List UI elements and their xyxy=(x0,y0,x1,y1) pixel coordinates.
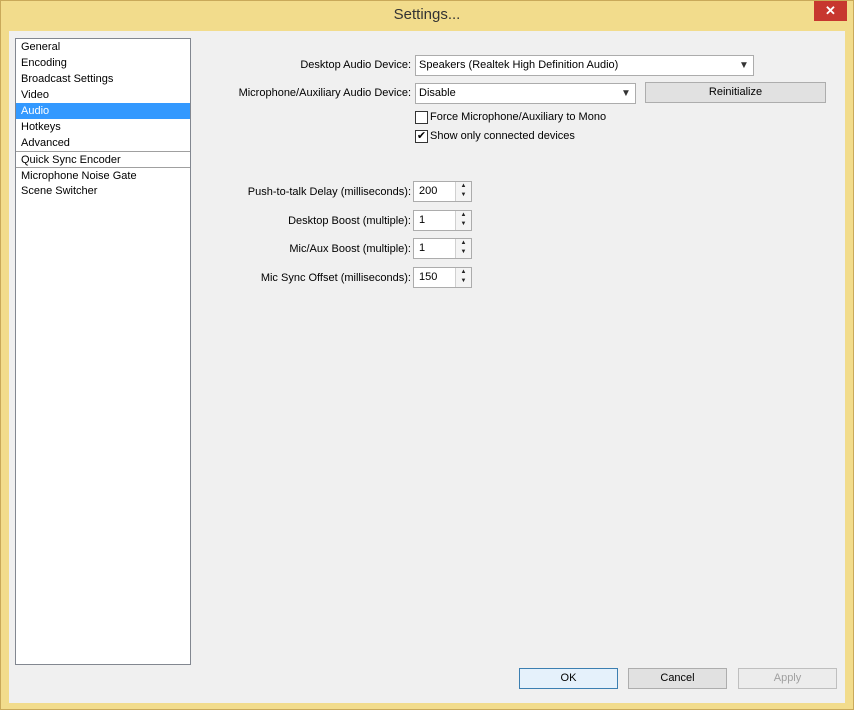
sidebar-item-scene-switcher[interactable]: Scene Switcher xyxy=(16,183,190,199)
sidebar-item-advanced[interactable]: Advanced xyxy=(16,135,190,151)
force-mono-option[interactable]: Force Microphone/Auxiliary to Mono xyxy=(415,110,606,124)
force-mono-label: Force Microphone/Auxiliary to Mono xyxy=(430,111,607,123)
desktop-boost-label: Desktop Boost (multiple): xyxy=(288,215,411,227)
ptt-delay-value: 200 xyxy=(419,185,438,197)
ptt-delay-label: Push-to-talk Delay (milliseconds): xyxy=(247,186,411,198)
mic-audio-device-value: Disable xyxy=(419,87,456,99)
window-frame-right xyxy=(845,31,853,703)
sidebar-item-broadcast-settings[interactable]: Broadcast Settings xyxy=(16,71,190,87)
triangle-down-icon[interactable]: ▼ xyxy=(455,191,471,201)
chevron-down-icon: ▼ xyxy=(621,88,631,99)
mic-boost-label: Mic/Aux Boost (multiple): xyxy=(289,243,411,255)
desktop-audio-device-label: Desktop Audio Device: xyxy=(300,59,411,71)
show-connected-option[interactable]: ✔ Show only connected devices xyxy=(415,129,575,143)
close-icon: ✕ xyxy=(825,3,836,18)
window-frame-left xyxy=(1,31,9,703)
mic-sync-offset-value: 150 xyxy=(419,271,438,283)
ptt-delay-stepper[interactable]: 200 ▲ ▼ xyxy=(413,181,472,202)
cancel-button[interactable]: Cancel xyxy=(628,668,727,689)
ok-button[interactable]: OK xyxy=(519,668,618,689)
show-connected-checkbox[interactable]: ✔ xyxy=(415,129,428,143)
mic-boost-value: 1 xyxy=(419,242,426,254)
mic-audio-device-label: Microphone/Auxiliary Audio Device: xyxy=(238,87,411,99)
apply-button[interactable]: Apply xyxy=(738,668,837,689)
reinitialize-button[interactable]: Reinitialize xyxy=(645,82,826,103)
desktop-boost-stepper[interactable]: 1 ▲ ▼ xyxy=(413,210,472,231)
checkmark-icon: ✔ xyxy=(416,129,427,142)
sidebar-item-microphone-noise-gate[interactable]: Microphone Noise Gate xyxy=(16,167,190,183)
mic-sync-offset-stepper[interactable]: 150 ▲ ▼ xyxy=(413,267,472,288)
triangle-down-icon[interactable]: ▼ xyxy=(455,220,471,230)
sidebar-item-general[interactable]: General xyxy=(16,39,190,55)
window-title: Settings... xyxy=(393,6,461,23)
settings-category-list: General Encoding Broadcast Settings Vide… xyxy=(15,38,191,665)
triangle-down-icon[interactable]: ▼ xyxy=(455,277,471,287)
mic-boost-stepper[interactable]: 1 ▲ ▼ xyxy=(413,238,472,259)
close-button[interactable]: ✕ xyxy=(814,1,847,21)
sidebar-item-hotkeys[interactable]: Hotkeys xyxy=(16,119,190,135)
sidebar-item-video[interactable]: Video xyxy=(16,87,190,103)
force-mono-checkbox[interactable] xyxy=(415,110,428,124)
mic-audio-device-select[interactable]: Disable ▼ xyxy=(415,83,636,104)
show-connected-label: Show only connected devices xyxy=(430,130,575,142)
sidebar-item-quick-sync-encoder[interactable]: Quick Sync Encoder xyxy=(16,151,190,167)
settings-window: Settings... ✕ General Encoding Broadcast… xyxy=(0,0,854,710)
desktop-audio-device-value: Speakers (Realtek High Definition Audio) xyxy=(419,59,619,71)
desktop-audio-device-select[interactable]: Speakers (Realtek High Definition Audio)… xyxy=(415,55,754,76)
sidebar-item-audio[interactable]: Audio xyxy=(16,103,190,119)
triangle-down-icon[interactable]: ▼ xyxy=(455,248,471,258)
chevron-down-icon: ▼ xyxy=(739,60,749,71)
title-bar[interactable]: Settings... ✕ xyxy=(1,1,853,31)
settings-client-area: General Encoding Broadcast Settings Vide… xyxy=(9,31,845,703)
mic-sync-offset-label: Mic Sync Offset (milliseconds): xyxy=(260,272,411,284)
sidebar-item-encoding[interactable]: Encoding xyxy=(16,55,190,71)
desktop-boost-value: 1 xyxy=(419,214,426,226)
